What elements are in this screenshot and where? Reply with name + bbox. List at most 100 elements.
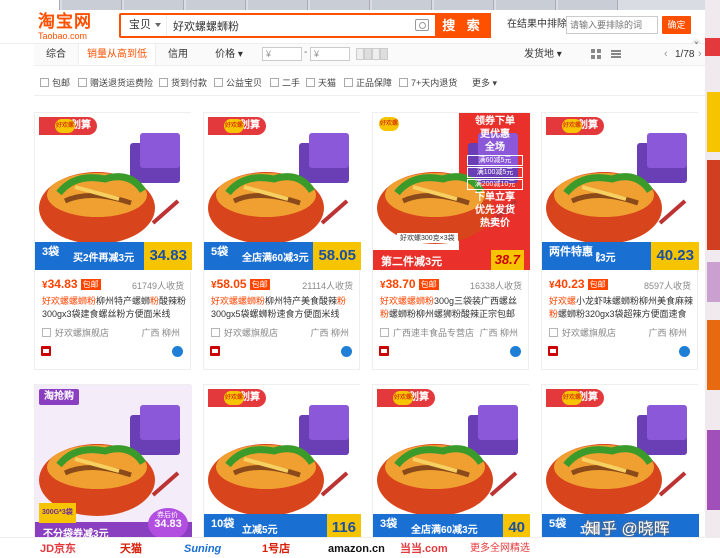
product-image[interactable]: 聚划算 好欢螺 3袋 全店满60减3元 40 [373, 385, 530, 542]
mall-link-yhd[interactable]: 1号店 [262, 541, 290, 557]
product-card[interactable]: 好欢螺 领券下单 更优惠 全场 满60减5元 满100减5元 满200减10元 下单立享 优先发… [372, 112, 530, 370]
filter-more[interactable]: 更多 ▾ [472, 76, 497, 90]
confirm-button[interactable]: 确定 [662, 16, 691, 34]
tab-sales[interactable]: 销量从高到低 [78, 44, 156, 65]
product-title[interactable]: 好欢螺螺蛳粉柳州特产螺蛳粉酸辣粉300gx3袋建食螺丝粉方便面米线 [42, 295, 188, 321]
chevron-down-icon: ▾ [237, 49, 243, 60]
product-title[interactable]: 好欢螺螺蛳粉柳州特产美食酸辣粉 300gx5袋螺蛳粉速食方便面米线 [211, 295, 357, 321]
product-image[interactable]: 好欢螺 领券下单 更优惠 全场 满60减5元 满100减5元 满200减10元 下单立享 优先发… [373, 113, 530, 270]
tmall-badge-icon[interactable] [379, 346, 389, 356]
mall-link-amazon[interactable]: amazon.cn [328, 541, 385, 557]
browser-tab[interactable] [496, 0, 556, 10]
browser-tab[interactable] [124, 0, 184, 10]
browser-tab[interactable] [558, 0, 618, 10]
title-keyword: 好欢螺 [549, 296, 577, 306]
filter-7day-return[interactable]: 7+天内退货 [399, 76, 457, 90]
filter-label: 包邮 [52, 78, 71, 88]
product-card[interactable]: 聚划算 好欢螺 5袋 全店满60减3元 58.05 ¥58.05 包邮 21114人收货 好欢螺… [203, 112, 361, 370]
filter-return-insurance[interactable]: 赠送退货运费险 [78, 76, 153, 90]
shop-icon [211, 328, 220, 338]
browser-tab[interactable] [62, 0, 122, 10]
price-histogram-bar[interactable] [356, 48, 364, 60]
wangwang-chat-icon[interactable] [172, 346, 183, 357]
checkbox[interactable] [40, 78, 49, 88]
tab-comprehensive[interactable]: 综合 [34, 44, 78, 65]
price-histogram-bar[interactable] [364, 48, 372, 60]
sort-bar: 综合 销量从高到低 信用 价格 ▾ ¥ - ¥ 发货地 ▾ ‹ 1/78 › [34, 44, 705, 66]
grid-view-icon[interactable] [590, 48, 602, 60]
product-title[interactable]: 好欢螺小龙虾味螺蛳粉柳州美食麻辣粉螺蛳粉320gx3袋超辣方便面速食 [549, 295, 695, 321]
checkbox[interactable] [214, 78, 223, 88]
product-image[interactable]: 聚划算 好欢螺 10袋 立减5元 116 [204, 385, 361, 542]
tmall-badge-icon[interactable] [548, 346, 558, 356]
prev-page-button[interactable]: ‹ [664, 44, 668, 65]
tab-price[interactable]: 价格 ▾ [204, 44, 254, 65]
shop-link[interactable]: 广西速丰食品专营店 [380, 326, 474, 339]
header: 淘宝网 Taobao.com 宝贝 搜 索 在结果中排除 确定 [0, 10, 705, 44]
shop-name: 好欢螺旗舰店 [562, 328, 617, 338]
mall-link-dangdang[interactable]: 当当.com [400, 541, 448, 557]
taobao-logo[interactable]: 淘宝网 Taobao.com [38, 13, 108, 43]
filter-free-shipping[interactable]: 包邮 [40, 76, 70, 90]
product-title[interactable]: 好欢螺螺蛳粉300g三袋装广西螺丝粉螺蛳粉柳州螺狮粉酸辣正宗包邮 [380, 295, 526, 321]
title-keyword: 粉 [337, 296, 347, 306]
exclude-input[interactable] [566, 16, 658, 34]
tmall-badge-icon[interactable] [210, 346, 220, 356]
search-input[interactable] [173, 17, 413, 34]
wangwang-chat-icon[interactable] [341, 346, 352, 357]
ship-from-select[interactable]: 发货地 ▾ [524, 44, 562, 65]
product-image[interactable]: 聚划算 好欢螺 5袋 全店满60减3元 58.05 [204, 113, 361, 270]
mall-link-jd[interactable]: JD京东 [40, 541, 76, 557]
browser-tab[interactable] [310, 0, 370, 10]
price-histogram-bar[interactable] [380, 48, 388, 60]
price-histogram-bar[interactable] [372, 48, 380, 60]
checkbox[interactable] [344, 78, 353, 88]
price-max-input[interactable]: ¥ [310, 47, 350, 61]
zhihu-watermark: 知乎 @晓晖 [585, 521, 670, 538]
camera-icon[interactable] [415, 19, 429, 31]
mall-link-suning[interactable]: Suning [184, 541, 221, 557]
tab-credit[interactable]: 信用 [156, 44, 200, 65]
product-card[interactable]: 聚划算 好欢螺 10袋 立减5元 116 [203, 384, 361, 544]
mall-link-tmall[interactable]: 天猫 [120, 541, 142, 557]
list-view-icon[interactable] [610, 48, 622, 60]
product-card[interactable]: 聚划算 好欢螺 3袋 买2件再减3元 34.83 ¥34.83 包邮 61749人收货 好欢螺螺… [34, 112, 192, 370]
checkbox[interactable] [399, 78, 408, 88]
browser-tab[interactable] [0, 0, 60, 10]
filter-charity[interactable]: 公益宝贝 [214, 76, 262, 90]
checkbox[interactable] [270, 78, 279, 88]
tmall-badge-icon[interactable] [41, 346, 51, 356]
product-card[interactable]: 聚划算 好欢螺 3袋 全店满60减3元 40 [372, 384, 530, 544]
wangwang-chat-icon[interactable] [510, 346, 521, 357]
browser-tab[interactable] [248, 0, 308, 10]
promo-line: 满200减10元 [467, 179, 523, 190]
search-scope-select[interactable]: 宝贝 [121, 15, 167, 36]
shop-link[interactable]: 好欢螺旗舰店 [211, 326, 278, 339]
product-card[interactable]: 聚划算 好欢螺 两件特惠 立减3元 40.23 ¥40.23 包邮 8597人收货 好欢螺小龙虾… [541, 112, 699, 370]
product-image[interactable]: 聚划算 好欢螺 两件特惠 立减3元 40.23 [542, 113, 699, 270]
product-card[interactable]: 淘抢购 300G*3袋 不分袋券减3元 34.83 券后价 [34, 384, 192, 544]
filter-genuine[interactable]: 正品保障 [344, 76, 392, 90]
checkbox[interactable] [78, 78, 87, 88]
browser-tab[interactable] [372, 0, 432, 10]
mall-link-more[interactable]: 更多全网精选 [470, 541, 530, 557]
wangwang-chat-icon[interactable] [679, 346, 690, 357]
shop-link[interactable]: 好欢螺旗舰店 [42, 326, 109, 339]
shop-link[interactable]: 好欢螺旗舰店 [549, 326, 616, 339]
product-image[interactable]: 淘抢购 300G*3袋 不分袋券减3元 34.83 券后价 [35, 385, 192, 542]
price-min-input[interactable]: ¥ [262, 47, 302, 61]
filter-tmall[interactable]: 天猫 [306, 76, 336, 90]
product-image[interactable]: 聚划算 好欢螺 3袋 买2件再减3元 34.83 [35, 113, 192, 270]
filter-cod[interactable]: 货到付款 [159, 76, 207, 90]
filter-label: 货到付款 [171, 78, 208, 88]
browser-tab[interactable] [434, 0, 494, 10]
brand-sticker: 好欢螺 [393, 391, 413, 405]
search-button[interactable]: 搜 索 [435, 13, 491, 38]
filter-secondhand[interactable]: 二手 [270, 76, 300, 90]
title-keyword: 粉 [380, 309, 390, 319]
sold-count: 16338人收货 [469, 281, 522, 291]
checkbox[interactable] [159, 78, 168, 88]
checkbox[interactable] [306, 78, 315, 88]
next-page-button[interactable]: › [698, 44, 702, 65]
browser-tab[interactable] [186, 0, 246, 10]
